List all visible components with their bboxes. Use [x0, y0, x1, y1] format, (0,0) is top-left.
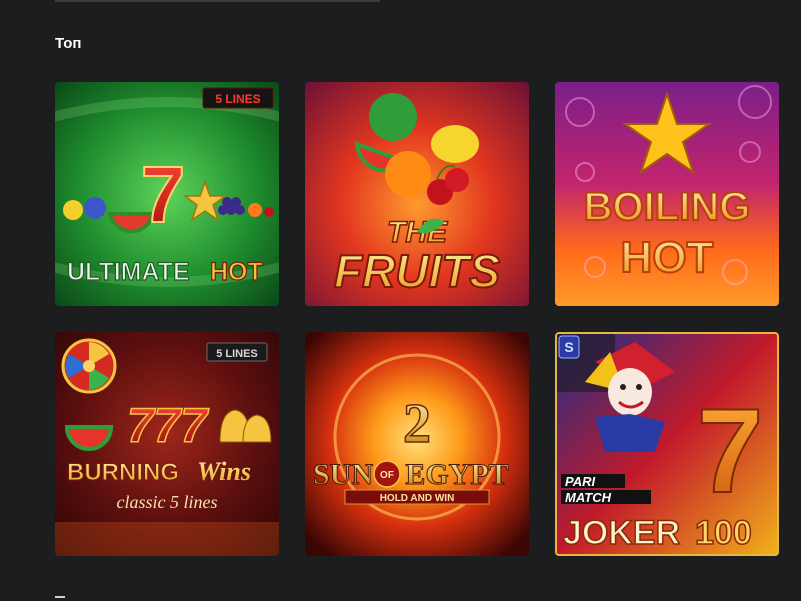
- wheel-icon: [61, 338, 117, 394]
- game-tile-ultimate-hot[interactable]: 5 LINES 7 ULTIMATE HOT: [55, 82, 279, 306]
- game-tile-joker-100[interactable]: S 7 PARI MATCH JOKER 100: [555, 332, 779, 556]
- game-tile-boiling-hot[interactable]: BOILING HOT: [555, 82, 779, 306]
- game-subtitle: HOLD AND WIN: [380, 493, 455, 504]
- game-tile-the-fruits[interactable]: THE FRUITS: [305, 82, 529, 306]
- game-title: BURNING: [67, 459, 179, 486]
- lemon-icon: [63, 200, 83, 220]
- game-title: BOILING: [584, 185, 751, 229]
- lines-badge-text: 5 LINES: [215, 92, 260, 106]
- game-title-accent: Wins: [197, 457, 251, 486]
- joker-100-artwork: S 7 PARI MATCH JOKER 100: [555, 332, 779, 556]
- burning-wins-artwork: 5 LINES 777 BURNING Wins classic 5 lines: [55, 332, 279, 556]
- game-title-main: FRUITS: [334, 245, 500, 297]
- boiling-hot-artwork: BOILING HOT: [555, 82, 779, 306]
- game-title-main: HOT: [621, 233, 714, 282]
- seven-symbol: 7: [141, 150, 186, 239]
- game-tile-sun-of-egypt-2[interactable]: 2 SUN OF EGYPT HOLD AND WIN: [305, 332, 529, 556]
- game-tile-burning-wins[interactable]: 5 LINES 777 BURNING Wins classic 5 lines: [55, 332, 279, 556]
- ultimate-hot-artwork: 5 LINES 7 ULTIMATE HOT: [55, 82, 279, 306]
- seven-symbol: 7: [697, 384, 764, 518]
- game-number: 2: [403, 393, 431, 455]
- orange-icon: [385, 151, 431, 197]
- game-title-main: EGYPT: [405, 458, 508, 491]
- lemon-icon: [431, 125, 479, 163]
- top-divider: [55, 0, 380, 2]
- game-title: ULTIMATE: [67, 258, 190, 286]
- sun-of-egypt-artwork: 2 SUN OF EGYPT HOLD AND WIN: [305, 332, 529, 556]
- svg-text:MATCH: MATCH: [565, 490, 612, 505]
- cherry-icon: [264, 207, 274, 217]
- sevens-symbol: 777: [127, 400, 209, 453]
- watermelon-icon: [369, 93, 417, 141]
- lines-badge-text: 5 LINES: [216, 348, 258, 360]
- the-fruits-artwork: THE FRUITS: [305, 82, 529, 306]
- provider-badge-text: S: [564, 339, 573, 355]
- orange-icon: [248, 203, 262, 217]
- plum-icon: [84, 197, 106, 219]
- game-title-accent: HOT: [210, 258, 263, 286]
- section-title: Топ: [55, 35, 82, 52]
- svg-text:PARI: PARI: [565, 474, 595, 489]
- of-text: OF: [380, 470, 394, 481]
- game-title: SUN: [313, 458, 373, 491]
- game-subtitle: classic 5 lines: [117, 492, 218, 512]
- game-title: JOKER: [563, 514, 680, 552]
- game-title-number: 100: [695, 514, 752, 552]
- next-section-title-stub: [55, 596, 65, 598]
